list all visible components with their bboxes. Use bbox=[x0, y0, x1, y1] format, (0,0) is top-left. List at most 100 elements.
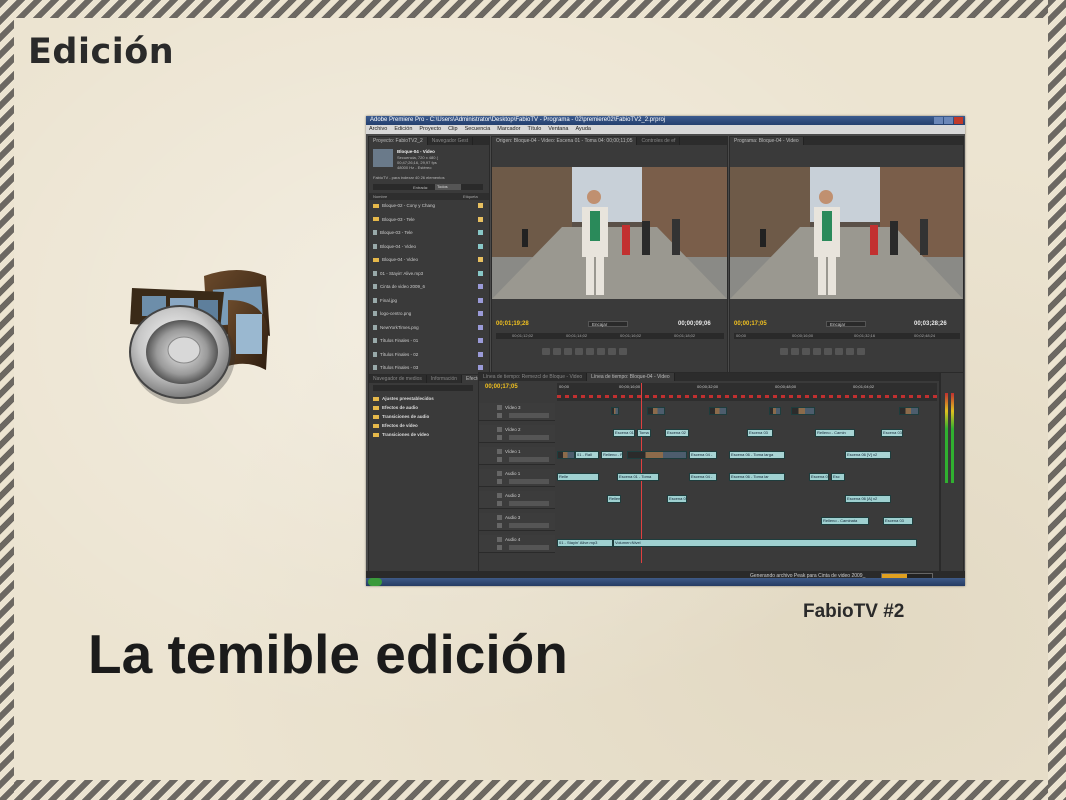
project-list-item[interactable]: Títulos Finales - 02 bbox=[373, 350, 483, 359]
timeline-clip[interactable] bbox=[769, 407, 781, 415]
timeline-clip[interactable]: Escena 03 bbox=[881, 429, 903, 437]
timeline-clip[interactable]: Escena 06 - Toma larga bbox=[729, 451, 785, 459]
menu-titulo[interactable]: Título bbox=[528, 125, 542, 134]
column-label-header[interactable]: Etiqueta bbox=[463, 194, 478, 199]
track-header-video1[interactable]: Vídeo 1 bbox=[479, 447, 555, 465]
effects-folder-presets[interactable]: Ajustes preestablecidos bbox=[373, 394, 434, 403]
timeline-clip[interactable]: Volumen:Nivel bbox=[613, 539, 917, 547]
play-button[interactable] bbox=[813, 348, 821, 355]
tab-program[interactable]: Programa: Bloque-04 - Video bbox=[730, 137, 804, 145]
lock-icon[interactable] bbox=[497, 545, 502, 550]
eye-icon[interactable] bbox=[497, 427, 502, 432]
timeline-clip[interactable] bbox=[557, 451, 575, 459]
mark-out-button[interactable] bbox=[791, 348, 799, 355]
menu-proyecto[interactable]: Proyecto bbox=[419, 125, 441, 134]
menu-clip[interactable]: Clip bbox=[448, 125, 457, 134]
source-ruler[interactable]: 00;01;12;02 00;01;14;02 00;01;16;02 00;0… bbox=[496, 333, 724, 339]
lock-icon[interactable] bbox=[497, 435, 502, 440]
tab-media-browser[interactable]: Navegador Gest bbox=[427, 137, 474, 145]
timeline-clip[interactable]: 01 - Rall bbox=[575, 451, 599, 459]
menu-archivo[interactable]: Archivo bbox=[369, 125, 387, 134]
program-ruler[interactable]: 00;00 00;00;16;00 00;01;32;16 00;02;48;2… bbox=[734, 333, 960, 339]
timeline-clip[interactable] bbox=[709, 407, 727, 415]
track-header-video3[interactable]: Vídeo 3 bbox=[479, 403, 555, 421]
maximize-button[interactable] bbox=[944, 117, 953, 124]
effects-folder-audio-transitions[interactable]: Transiciones de audio bbox=[373, 412, 429, 421]
lock-icon[interactable] bbox=[497, 457, 502, 462]
step-back-button[interactable] bbox=[564, 348, 572, 355]
effects-folder-video-transitions[interactable]: Transiciones de vídeo bbox=[373, 430, 429, 439]
timeline-clip[interactable]: Relleno - Relle bbox=[601, 451, 623, 459]
lock-icon[interactable] bbox=[497, 479, 502, 484]
timeline-clip[interactable]: Escena 0 bbox=[667, 495, 687, 503]
tab-info[interactable]: Información bbox=[426, 375, 463, 383]
timeline-clip[interactable]: Esc bbox=[831, 473, 845, 481]
close-button[interactable] bbox=[954, 117, 963, 124]
lock-icon[interactable] bbox=[497, 523, 502, 528]
timeline-ruler[interactable]: 00;00 00;00;16;00 00;00;32;00 00;00;48;0… bbox=[557, 383, 937, 401]
track-header-video2[interactable]: Vídeo 2 bbox=[479, 425, 555, 443]
project-list-item[interactable]: Final.jpg bbox=[373, 296, 483, 305]
speaker-icon[interactable] bbox=[497, 515, 502, 520]
play-button[interactable] bbox=[575, 348, 583, 355]
effects-search-input[interactable] bbox=[373, 385, 473, 391]
timeline-clip[interactable]: Escena 03 bbox=[883, 517, 913, 525]
effects-folder-video-effects[interactable]: Efectos de vídeo bbox=[373, 421, 418, 430]
timeline-clip[interactable]: Escena 04 - bbox=[689, 451, 717, 459]
minimize-button[interactable] bbox=[934, 117, 943, 124]
timeline-clip[interactable]: Escena 0 bbox=[809, 473, 829, 481]
step-back-button[interactable] bbox=[802, 348, 810, 355]
program-fit-dropdown[interactable]: Encajar bbox=[826, 321, 866, 327]
speaker-icon[interactable] bbox=[497, 493, 502, 498]
timeline-clip[interactable]: Escena 04 - bbox=[689, 473, 717, 481]
step-forward-button[interactable] bbox=[586, 348, 594, 355]
extract-button[interactable] bbox=[857, 348, 865, 355]
menu-marcador[interactable]: Marcador bbox=[497, 125, 520, 134]
timeline-clip[interactable] bbox=[611, 407, 619, 415]
program-timecode-current[interactable]: 00;00;17;05 bbox=[734, 321, 767, 327]
mark-in-button[interactable] bbox=[780, 348, 788, 355]
tab-project[interactable]: Proyecto: FabioTV2_2 bbox=[369, 137, 428, 145]
column-name-header[interactable]: Nombre bbox=[373, 194, 387, 199]
timeline-clip[interactable]: Toma bbox=[637, 429, 651, 437]
track-controls[interactable] bbox=[509, 501, 549, 506]
track-controls[interactable] bbox=[509, 545, 549, 550]
entrada-dropdown[interactable]: Todos bbox=[435, 184, 461, 190]
track-header-audio4[interactable]: Audio 4 bbox=[479, 535, 555, 553]
start-button[interactable] bbox=[368, 578, 382, 586]
timeline-clip[interactable] bbox=[647, 407, 665, 415]
project-list-item[interactable]: Bloque-03 - Tele bbox=[373, 228, 483, 237]
project-list-item[interactable]: Bloque-04 - Video bbox=[373, 242, 483, 251]
project-list-item[interactable]: 01 - Stayin' Alive.mp3 bbox=[373, 269, 483, 278]
track-controls[interactable] bbox=[509, 479, 549, 484]
timeline-timecode[interactable]: 00;00;17;05 bbox=[485, 384, 518, 390]
timeline-clip[interactable]: Escena 03 bbox=[747, 429, 773, 437]
timeline-clip[interactable] bbox=[627, 451, 687, 459]
eye-icon[interactable] bbox=[497, 449, 502, 454]
tab-source[interactable]: Origen: Bloque-04 - Video: Escena 01 - T… bbox=[492, 137, 638, 145]
lock-icon[interactable] bbox=[497, 501, 502, 506]
loop-button[interactable] bbox=[597, 348, 605, 355]
project-list-item[interactable]: Títulos Finales - 03 bbox=[373, 363, 483, 372]
timeline-clip[interactable]: Escena 01 - Toma bbox=[617, 473, 659, 481]
track-controls[interactable] bbox=[509, 457, 549, 462]
source-timecode-current[interactable]: 00;01;19;28 bbox=[496, 321, 529, 327]
project-list-item[interactable]: Títulos Finales - 01 bbox=[373, 336, 483, 345]
timeline-clip[interactable]: Escena 06 [V] x2 bbox=[845, 451, 891, 459]
loop-button[interactable] bbox=[835, 348, 843, 355]
timeline-clip[interactable]: Relle bbox=[557, 473, 599, 481]
speaker-icon[interactable] bbox=[497, 537, 502, 542]
tab-effect-controls[interactable]: Controles de ef bbox=[637, 137, 681, 145]
timeline-clip[interactable]: 01 - Stayin' Alive.mp3 bbox=[557, 539, 613, 547]
eye-icon[interactable] bbox=[497, 405, 502, 410]
menu-ventana[interactable]: Ventana bbox=[548, 125, 568, 134]
tab-timeline-bloque04[interactable]: Línea de tiempo: Bloque-04 - Video bbox=[587, 373, 675, 381]
project-list-item[interactable]: logo-centro.png bbox=[373, 309, 483, 318]
lock-icon[interactable] bbox=[497, 413, 502, 418]
timeline-clip[interactable]: Escena 01 bbox=[613, 429, 635, 437]
project-list-item[interactable]: Cinta de video 2009_6 bbox=[373, 282, 483, 291]
menu-edicion[interactable]: Edición bbox=[394, 125, 412, 134]
project-list-item[interactable]: Bloque-04 - Video bbox=[373, 255, 483, 264]
menu-ayuda[interactable]: Ayuda bbox=[575, 125, 591, 134]
timeline-clip[interactable]: Escena 06 - Toma lar bbox=[729, 473, 785, 481]
